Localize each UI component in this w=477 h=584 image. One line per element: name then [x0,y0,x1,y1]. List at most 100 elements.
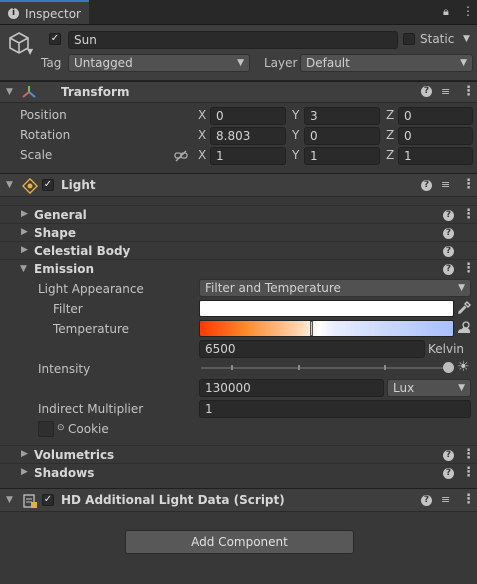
section-emission-label: Emission [34,262,94,276]
static-checkbox[interactable] [403,33,415,45]
axis-z-label[interactable]: Z [386,148,394,162]
filter-color-field[interactable] [199,300,454,317]
hd-enabled-checkbox[interactable]: ✓ [42,494,54,506]
chevron-down-icon: ▼ [458,383,465,393]
scale-z-field[interactable]: 1 [398,147,473,165]
more-icon[interactable]: ⋮ [462,466,475,479]
layer-dropdown[interactable]: Default ▼ [300,54,473,72]
position-x-field[interactable]: 0 [210,107,286,125]
section-celestial-body[interactable]: ▶ Celestial Body ? [0,241,477,259]
help-icon[interactable]: ? [443,228,454,239]
axis-y-label[interactable]: Y [292,108,299,122]
help-icon[interactable]: ? [421,180,432,191]
more-icon[interactable]: ⋮ [462,262,475,275]
help-icon[interactable]: ? [443,264,454,275]
foldout-arrow-icon[interactable]: ▶ [21,467,28,477]
more-icon[interactable]: ⋮ [462,178,475,191]
active-checkbox[interactable]: ✓ [49,33,61,45]
section-general-label: General [34,208,87,222]
foldout-arrow-icon[interactable]: ▼ [6,180,13,190]
object-picker-icon[interactable]: ⊙ [57,423,65,433]
axis-x-label[interactable]: X [198,148,206,162]
chevron-down-icon[interactable]: ▼ [27,47,33,56]
scale-x-field[interactable]: 1 [210,147,286,165]
transform-header[interactable]: ▼ Transform ? ≡ ⋮ [0,81,477,103]
help-icon[interactable]: ? [443,210,454,221]
position-y-field[interactable]: 3 [304,107,380,125]
intensity-unit-dropdown[interactable]: Lux ▼ [387,379,471,397]
intensity-slider-handle[interactable] [443,362,454,373]
tag-dropdown[interactable]: Untagged ▼ [68,54,250,72]
light-title: Light [61,178,96,192]
help-icon[interactable]: ? [443,450,454,461]
more-icon[interactable]: ⋮ [462,448,475,461]
section-shadows[interactable]: ▶ Shadows ? ⋮ [0,463,477,481]
help-icon[interactable]: ? [443,246,454,257]
temperature-slider-handle[interactable] [310,321,313,336]
foldout-arrow-icon[interactable]: ▼ [6,495,13,505]
light-appearance-dropdown[interactable]: Filter and Temperature ▼ [199,279,471,297]
axis-y-label[interactable]: Y [292,128,299,142]
temperature-value-field[interactable]: 6500 [199,340,425,358]
eyedropper-icon[interactable] [457,301,471,315]
gameobject-header: ▼ ✓ Sun Static ▼ Tag Untagged ▼ Layer De… [0,25,477,81]
section-shape[interactable]: ▶ Shape ? [0,223,477,241]
name-field[interactable]: Sun [68,31,398,49]
cookie-texture-slot[interactable] [38,421,54,437]
help-icon[interactable]: ? [421,495,432,506]
axis-y-label[interactable]: Y [292,148,299,162]
tab-bar: i Inspector 🔒︎ ⋮ [0,0,477,25]
rotation-y-field[interactable]: 0 [304,127,380,145]
rotation-z-field[interactable]: 0 [398,127,473,145]
temperature-gradient-slider[interactable] [199,320,454,337]
constrain-proportions-icon[interactable] [174,150,188,162]
section-general[interactable]: ▶ General ? ⋮ [0,205,477,223]
more-icon[interactable]: ⋮ [462,4,474,18]
static-dropdown-icon[interactable]: ▼ [463,34,470,44]
light-header[interactable]: ▼ ✓ Light ? ≡ ⋮ [0,173,477,197]
lock-icon[interactable]: 🔒︎ [443,5,449,19]
axis-x-label[interactable]: X [198,128,206,142]
axis-x-label[interactable]: X [198,108,206,122]
add-component-button[interactable]: Add Component [125,530,354,554]
presets-icon[interactable]: ≡ [441,85,450,98]
foldout-arrow-icon[interactable]: ▼ [20,264,27,274]
hd-light-data-header[interactable]: ▼ ✓ HD Additional Light Data (Script) ? … [0,488,477,512]
foldout-arrow-icon[interactable]: ▶ [21,449,28,459]
light-appearance-label: Light Appearance [38,282,144,296]
section-shadows-label: Shadows [34,466,95,480]
indirect-multiplier-field[interactable]: 1 [199,400,471,418]
foldout-arrow-icon[interactable]: ▶ [21,245,28,255]
light-icon [22,178,38,194]
rotation-x-field[interactable]: 8.803 [210,127,286,145]
section-emission[interactable]: ▼ Emission ? ⋮ [0,259,477,277]
intensity-tick [384,365,386,370]
intensity-value-field[interactable]: 130000 [199,379,384,397]
light-enabled-checkbox[interactable]: ✓ [42,179,54,191]
axis-z-label[interactable]: Z [386,128,394,142]
help-icon[interactable]: ? [443,468,454,479]
scale-label: Scale [20,148,53,162]
more-icon[interactable]: ⋮ [462,85,475,98]
axis-z-label[interactable]: Z [386,108,394,122]
foldout-arrow-icon[interactable]: ▶ [21,209,28,219]
intensity-tick [231,365,233,370]
foldout-arrow-icon[interactable]: ▶ [21,227,28,237]
scale-y-field[interactable]: 1 [304,147,380,165]
help-icon[interactable]: ? [421,86,432,97]
more-icon[interactable]: ⋮ [462,208,475,221]
static-label: Static [420,32,455,46]
foldout-arrow-icon[interactable]: ▼ [6,87,13,97]
section-volumetrics-label: Volumetrics [34,448,115,462]
transform-title: Transform [61,85,130,99]
tab-inspector[interactable]: i Inspector [0,0,89,24]
layer-label: Layer [264,56,298,70]
chevron-down-icon: ▼ [458,283,465,293]
section-volumetrics[interactable]: ▶ Volumetrics ? ⋮ [0,445,477,463]
presets-icon[interactable]: ≡ [441,493,450,506]
script-icon [23,494,37,508]
intensity-slider-track[interactable] [201,367,453,369]
presets-icon[interactable]: ≡ [441,178,450,191]
more-icon[interactable]: ⋮ [462,493,475,506]
position-z-field[interactable]: 0 [398,107,473,125]
